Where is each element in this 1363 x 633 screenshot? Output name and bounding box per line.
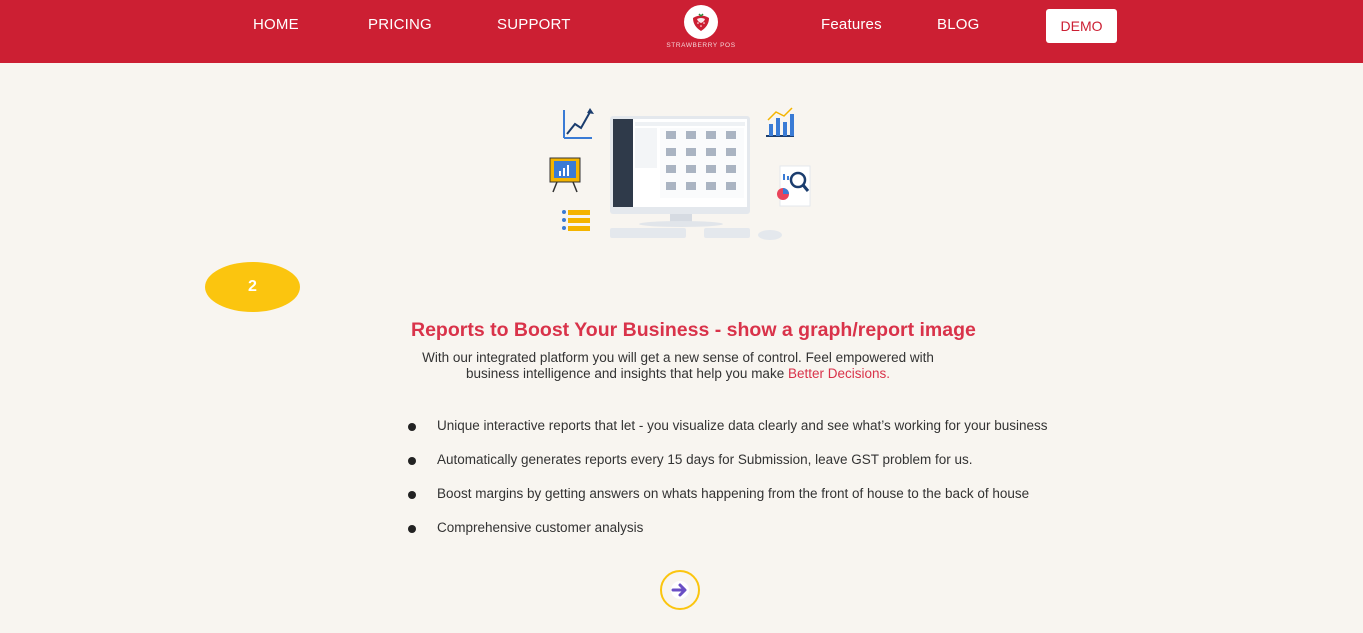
section-description: With our integrated platform you will ge… [400, 350, 956, 382]
step-number-badge: 2 [205, 262, 300, 312]
dashboard-monitor-illustration [540, 98, 830, 248]
list-item: Boost margins by getting answers on what… [408, 484, 1048, 518]
monitor-icon [610, 116, 782, 240]
task-list-icon [562, 210, 590, 231]
feature-text: Comprehensive customer analysis [437, 520, 644, 535]
next-slide-button[interactable] [660, 570, 700, 610]
feature-text: Automatically generates reports every 15… [437, 452, 973, 467]
nav-support-link[interactable]: SUPPORT [497, 16, 571, 33]
bullet-icon [408, 491, 416, 499]
description-line-2: business intelligence and insights that … [466, 366, 788, 381]
list-item: Comprehensive customer analysis [408, 518, 1048, 552]
strawberry-icon [684, 5, 718, 39]
feature-list: Unique interactive reports that let - yo… [408, 416, 1048, 552]
section-headline: Reports to Boost Your Business - show a … [411, 319, 976, 341]
top-navigation: HOME PRICING SUPPORT STRAWBERRY POS Feat… [0, 0, 1363, 63]
nav-home-link[interactable]: HOME [253, 16, 299, 33]
brand-logo[interactable]: STRAWBERRY POS [662, 5, 740, 53]
logo-text: STRAWBERRY POS [666, 42, 736, 49]
easel-chart-icon [549, 157, 581, 193]
feature-text: Unique interactive reports that let - yo… [437, 418, 1048, 433]
description-line-1: With our integrated platform you will ge… [422, 350, 934, 365]
analytics-search-icon [777, 165, 811, 207]
demo-button[interactable]: DEMO [1046, 9, 1117, 43]
growth-chart-icon [563, 108, 594, 139]
bullet-icon [408, 525, 416, 533]
feature-text: Boost margins by getting answers on what… [437, 486, 1030, 501]
nav-features-link[interactable]: Features [821, 16, 882, 33]
better-decisions-highlight: Better Decisions. [787, 366, 890, 381]
bar-chart-icon [766, 107, 794, 137]
arrow-right-icon [671, 581, 689, 599]
list-item: Automatically generates reports every 15… [408, 450, 1048, 484]
list-item: Unique interactive reports that let - yo… [408, 416, 1048, 450]
bullet-icon [408, 423, 416, 431]
bullet-icon [408, 457, 416, 465]
nav-pricing-link[interactable]: PRICING [368, 16, 432, 33]
nav-blog-link[interactable]: BLOG [937, 16, 979, 33]
